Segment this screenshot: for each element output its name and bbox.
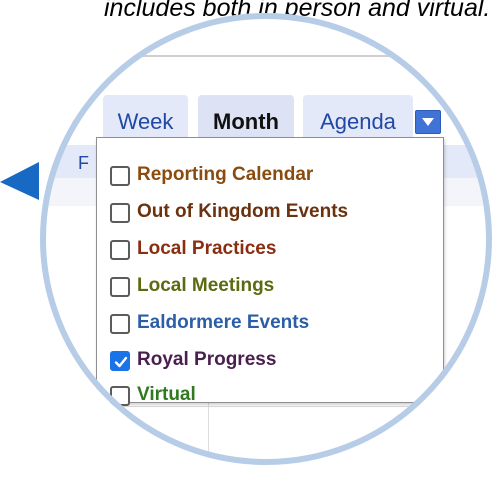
checkbox[interactable] <box>110 386 130 406</box>
print-link[interactable]: rint <box>46 104 77 134</box>
checkbox[interactable] <box>110 314 130 334</box>
menu-item-label: Ealdormere Events <box>137 312 310 333</box>
checkbox[interactable] <box>110 166 130 186</box>
menu-item-label: Reporting Calendar <box>137 164 314 185</box>
magnified-view: rint Week Month Agenda F Reporting Calen… <box>40 13 492 465</box>
calendar-header-label: F <box>78 153 89 173</box>
menu-item-label: Royal Progress <box>137 349 277 370</box>
checkbox[interactable] <box>110 277 130 297</box>
checkbox[interactable] <box>110 203 130 223</box>
checkbox-checked[interactable] <box>110 351 130 371</box>
calendar-filter-menu: Reporting Calendar Out of Kingdom Events… <box>96 137 444 406</box>
calendar-dropdown-button[interactable] <box>415 110 441 134</box>
menu-item-local-meetings[interactable]: Local Meetings <box>105 273 435 303</box>
pointer-arrow-icon <box>0 162 39 200</box>
divider <box>113 55 433 57</box>
menu-item-royal-progress[interactable]: Royal Progress <box>105 347 435 377</box>
menu-item-local-practices[interactable]: Local Practices <box>105 236 435 266</box>
screenshot-page: includes both in person and virtual. rin… <box>0 0 503 481</box>
tab-agenda-label: Agenda <box>320 109 396 134</box>
menu-item-virtual[interactable]: Virtual <box>105 382 435 412</box>
menu-item-ealdormere-events[interactable]: Ealdormere Events <box>105 310 435 340</box>
menu-item-label: Local Practices <box>137 238 277 259</box>
menu-item-out-of-kingdom-events[interactable]: Out of Kingdom Events <box>105 199 435 229</box>
menu-item-label: Out of Kingdom Events <box>137 201 349 222</box>
chevron-down-icon <box>422 118 434 126</box>
tab-month-label: Month <box>213 109 279 134</box>
tab-week-label: Week <box>117 109 174 134</box>
menu-item-reporting-calendar[interactable]: Reporting Calendar <box>105 162 435 192</box>
checkmark-icon <box>114 356 128 368</box>
menu-item-label: Local Meetings <box>137 275 275 296</box>
checkbox[interactable] <box>110 240 130 260</box>
menu-item-label: Virtual <box>137 384 196 405</box>
